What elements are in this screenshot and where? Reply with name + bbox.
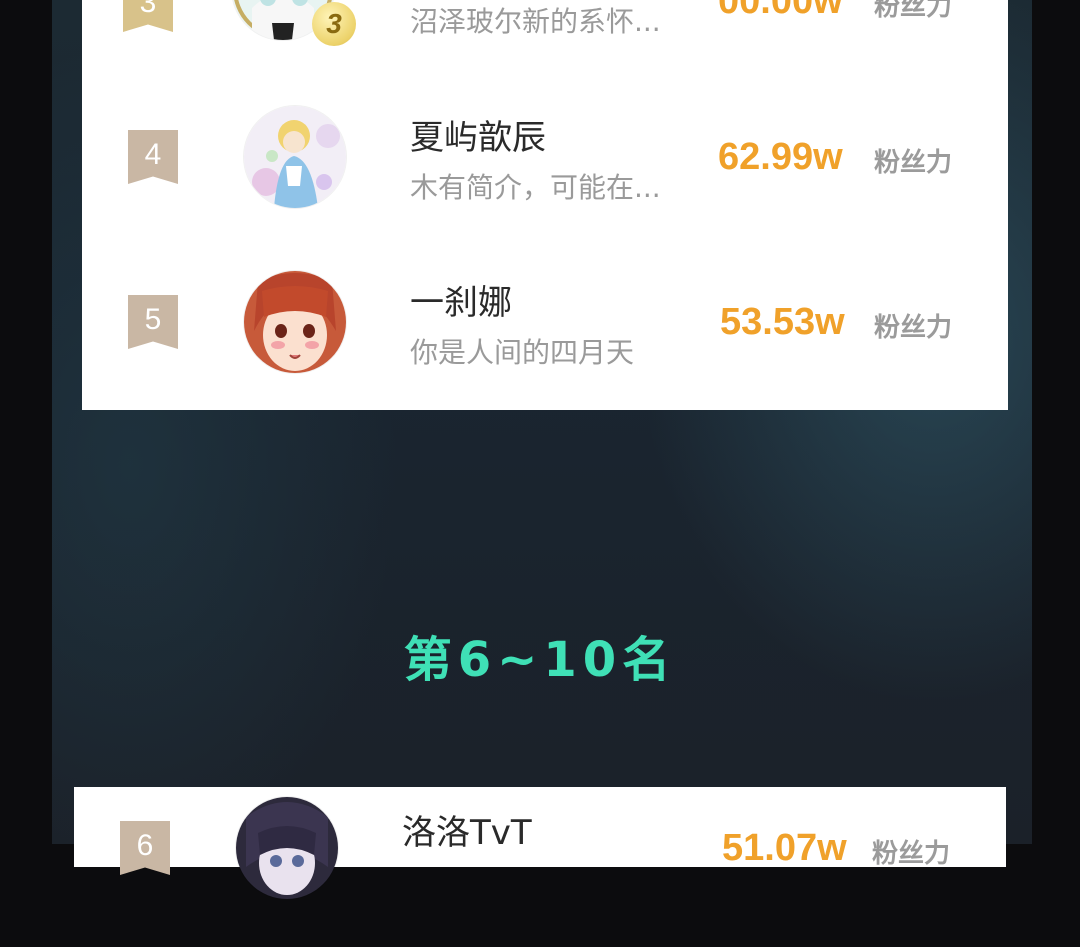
ranking-row-6[interactable]: 6 洛洛TvT 51.07w 粉丝力 [74,787,1006,947]
ranking-row-3[interactable]: 3 3 沼泽玻尔新的系怀... 00.00w 粉丝力 [82,0,1008,90]
fan-score: 62.99w [718,136,843,178]
fan-score-unit: 粉丝力 [874,148,953,178]
fan-score-unit: 粉丝力 [874,0,953,22]
section-title: 第6~10名 [403,632,677,688]
fan-score-unit: 粉丝力 [874,313,953,343]
user-name[interactable]: 夏屿歆辰 [410,110,546,159]
rank-badge: 5 [128,295,178,349]
user-description: 你是人间的四月天 [410,336,635,369]
medal-icon: 3 [312,2,356,46]
rank-badge: 6 [120,821,170,875]
fan-score-unit: 粉丝力 [872,839,951,869]
user-name[interactable]: 洛洛TvT [402,805,532,854]
rank-badge: 4 [128,130,178,184]
fan-score: 00.00w [718,0,843,22]
avatar[interactable] [244,271,346,373]
avatar[interactable] [236,797,338,899]
ranking-card-top-5: 3 3 沼泽玻尔新的系怀... 00.00w 粉丝力 4 夏屿歆辰 木有简介，可… [82,0,1008,410]
ranking-row-4[interactable]: 4 夏屿歆辰 木有简介，可能在... 62.99w 粉丝力 [82,80,1008,240]
ranking-row-5[interactable]: 5 一刹娜 你是人间的四月天 53.53w 粉丝力 [82,245,1008,405]
user-description: 沼泽玻尔新的系怀... [410,5,661,38]
fan-score: 53.53w [720,301,845,343]
rank-badge: 3 [123,0,173,32]
fan-score: 51.07w [722,827,847,869]
avatar[interactable] [244,106,346,208]
user-description: 木有简介，可能在... [410,171,661,204]
user-name[interactable]: 一刹娜 [410,275,512,324]
ranking-card-6-10: 6 洛洛TvT 51.07w 粉丝力 [74,787,1006,899]
